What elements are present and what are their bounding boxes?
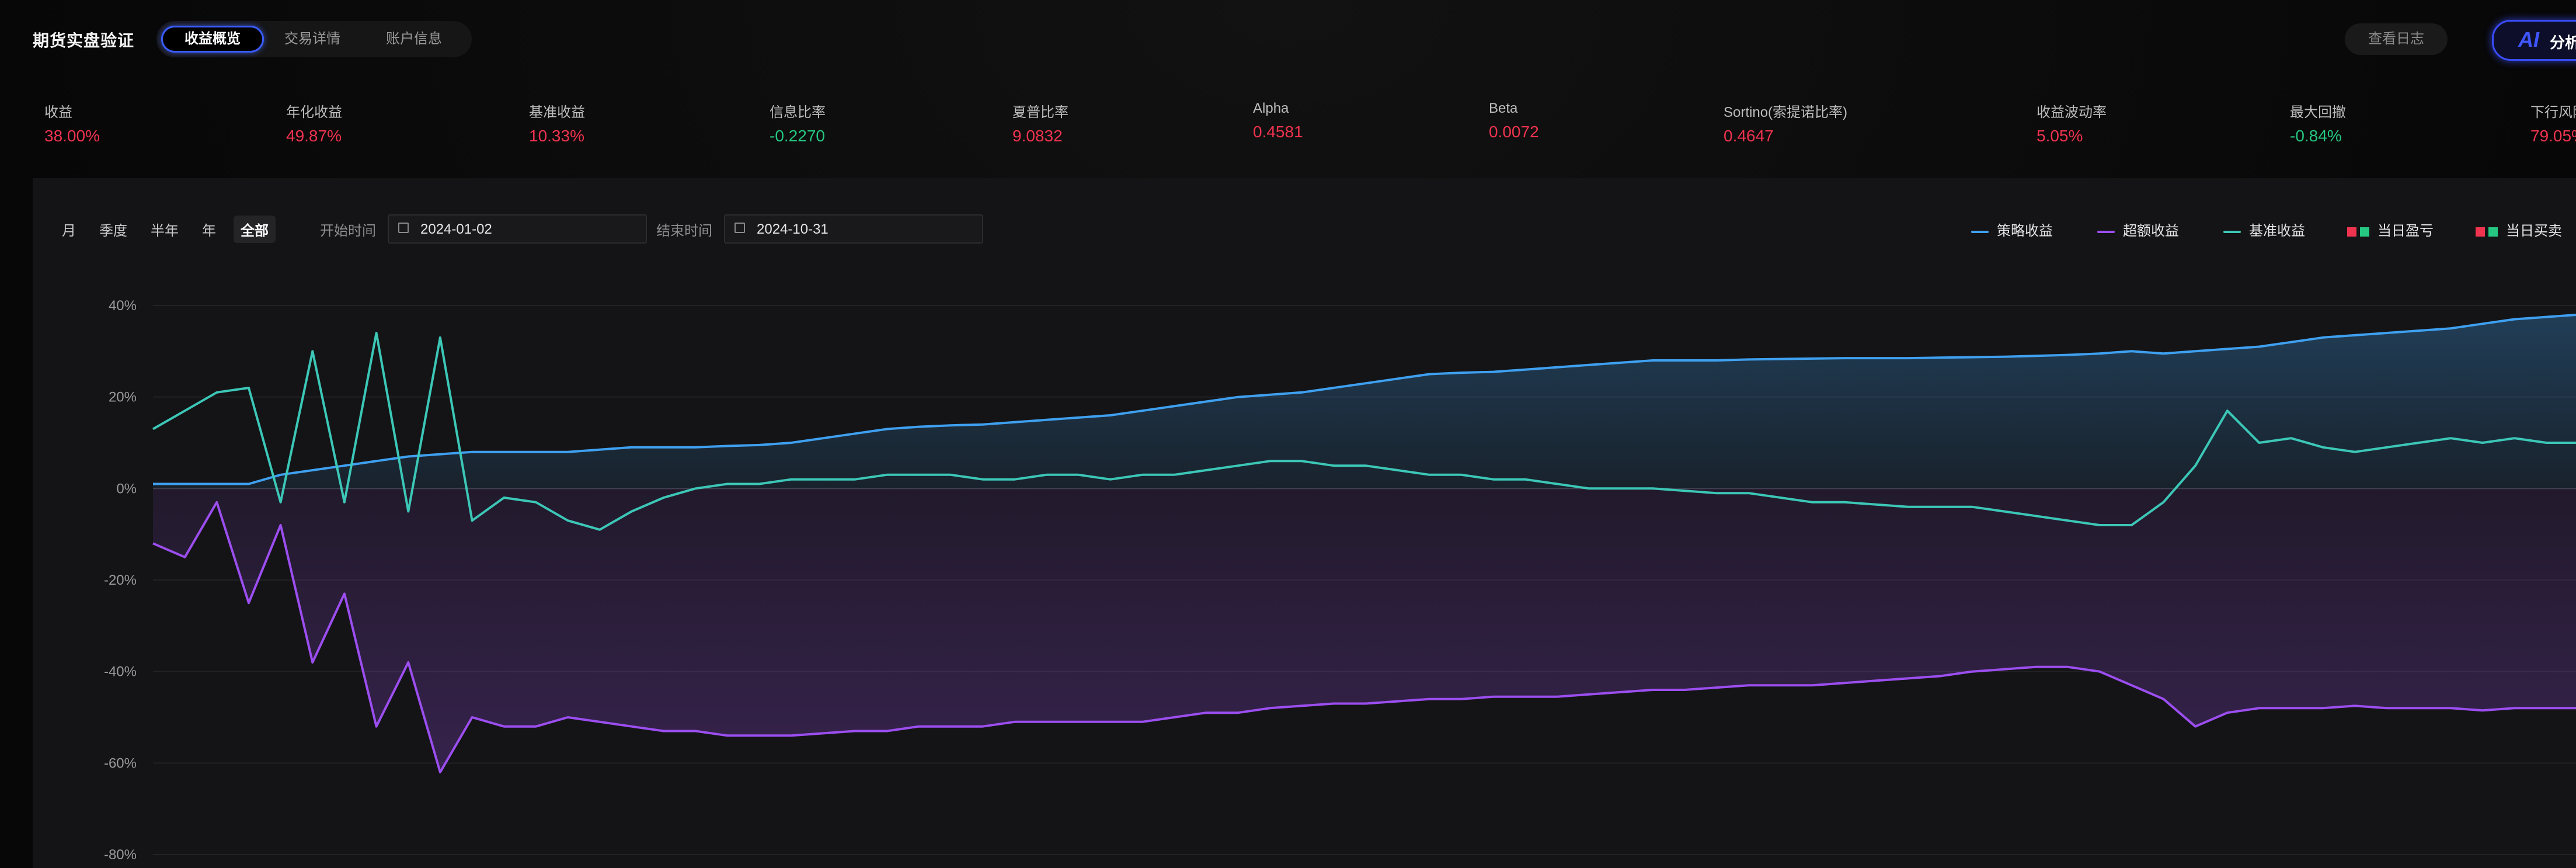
tab-account-info[interactable]: 账户信息 [364, 26, 464, 53]
metric-benchmark-return: 基准收益 10.33% [529, 100, 585, 145]
metric-sortino: Sortino(索提诺比率) 0.4647 [1724, 100, 1847, 145]
tab-overview[interactable]: 收益概览 [161, 26, 264, 53]
ai-icon: AI [2518, 27, 2539, 51]
metric-label: Sortino(索提诺比率) [1724, 105, 1848, 120]
page: 期货实盘验证 收益概览 交易详情 账户信息 查看日志 AI 分析 收益 38.0… [0, 0, 2576, 868]
y-tick-label: 40% [109, 298, 137, 314]
y-tick-label: -80% [104, 847, 137, 863]
y-tick-label: 0% [116, 481, 137, 497]
metric-label: 年化收益 [286, 105, 342, 120]
metric-label: 收益 [44, 105, 72, 120]
metric-label: 下行风险 [2530, 105, 2576, 120]
y-tick-label: -60% [104, 755, 137, 771]
y-tick-label: -40% [104, 664, 137, 680]
metric-sharpe-ratio: 夏普比率 9.0832 [1012, 100, 1068, 145]
metric-value: 79.05% [2530, 127, 2576, 145]
metric-volatility: 收益波动率 5.05% [2037, 100, 2107, 145]
metric-value: 10.33% [529, 127, 584, 145]
metric-value: -0.2270 [770, 127, 825, 145]
metric-label: 收益波动率 [2037, 105, 2107, 120]
excess-return-area [153, 488, 2576, 772]
chart-panel: 月 季度 半年 年 全部 开始时间 2024-01-02 结束时间 2024-1… [33, 178, 2576, 868]
metric-alpha: Alpha 0.4581 [1253, 100, 1303, 141]
ai-analysis-button[interactable]: AI 分析 [2492, 20, 2576, 61]
ai-analysis-label: 分析 [2550, 34, 2576, 51]
metric-value: 5.05% [2037, 127, 2083, 145]
view-log-button[interactable]: 查看日志 [2345, 23, 2448, 55]
metric-max-drawdown: 最大回撤 -0.84% [2290, 100, 2346, 145]
tab-group: 收益概览 交易详情 账户信息 [156, 21, 472, 57]
metric-return: 收益 38.00% [44, 100, 100, 145]
metric-label: Alpha [1253, 100, 1289, 116]
strategy-return-area [153, 314, 2576, 489]
metric-information-ratio: 信息比率 -0.2270 [770, 100, 826, 145]
metric-value: 0.4581 [1253, 123, 1303, 141]
y-tick-label: 20% [109, 390, 137, 405]
metric-value: -0.84% [2290, 127, 2342, 145]
metric-value: 0.4647 [1724, 127, 1774, 145]
y-tick-label: -20% [104, 572, 137, 588]
metric-label: Beta [1489, 100, 1518, 116]
app-title: 期货实盘验证 [33, 32, 135, 50]
metric-label: 最大回撤 [2290, 105, 2346, 120]
metric-value: 0.0072 [1489, 123, 1539, 141]
metric-value: 38.00% [44, 127, 100, 145]
metric-label: 基准收益 [529, 105, 585, 120]
metric-label: 夏普比率 [1012, 105, 1068, 120]
metric-downside-risk: 下行风险 79.05% [2530, 100, 2576, 145]
metric-annual-return: 年化收益 49.87% [286, 100, 342, 145]
returns-chart[interactable]: 40% 20% 0% -20% -40% -60% -80% [33, 178, 2576, 868]
metric-beta: Beta 0.0072 [1489, 100, 1539, 141]
metric-value: 9.0832 [1012, 127, 1063, 145]
tab-trade-details[interactable]: 交易详情 [263, 26, 362, 53]
metric-label: 信息比率 [770, 105, 826, 120]
metric-value: 49.87% [286, 127, 342, 145]
